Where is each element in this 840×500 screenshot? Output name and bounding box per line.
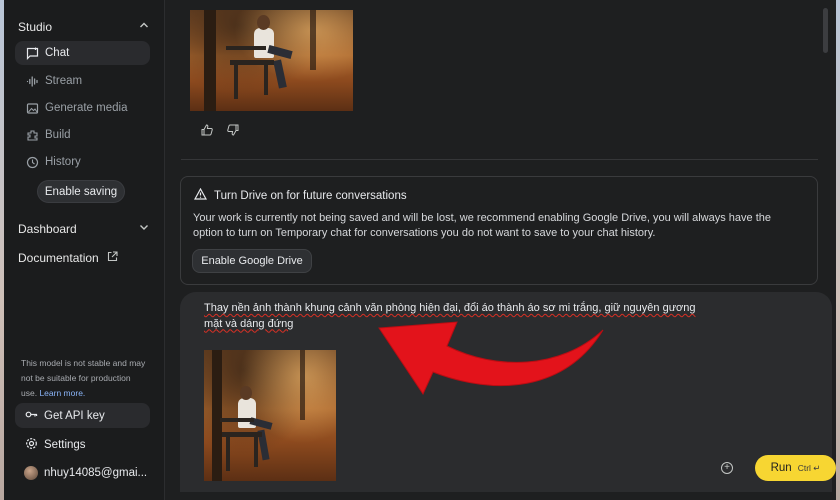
dashboard-label: Dashboard	[18, 221, 77, 236]
thumbs-down-icon[interactable]	[227, 124, 239, 136]
run-label: Run	[770, 462, 792, 474]
sidebar-item-label: Chat	[45, 47, 70, 59]
plus-icon: +	[724, 462, 730, 473]
media-icon	[25, 101, 39, 115]
get-api-key-button[interactable]: Get API key	[15, 403, 150, 428]
learn-more-link[interactable]: Learn more.	[39, 388, 85, 398]
sidebar: Studio Chat Stream Generate media Build …	[4, 0, 165, 500]
run-button[interactable]: Run Ctrl ↵	[755, 455, 836, 481]
studio-label: Studio	[18, 19, 53, 34]
external-link-icon	[107, 251, 118, 265]
enable-saving-button[interactable]: Enable saving	[37, 180, 125, 203]
chat-panel: Turn Drive on for future conversations Y…	[165, 0, 836, 500]
attached-image[interactable]	[204, 350, 336, 481]
sidebar-item-build[interactable]: Build	[15, 123, 150, 147]
drive-notice-body: Your work is currently not being saved a…	[193, 212, 771, 239]
api-key-label: Get API key	[44, 409, 105, 422]
build-icon	[25, 128, 39, 142]
scrollbar[interactable]	[823, 8, 828, 53]
documentation-label: Documentation	[18, 251, 99, 265]
drive-notice-title: Turn Drive on for future conversations	[193, 187, 407, 203]
documentation-link[interactable]: Documentation	[18, 251, 150, 265]
sidebar-item-label: Generate media	[45, 102, 128, 114]
sidebar-section-studio[interactable]: Studio	[18, 19, 150, 34]
settings-label: Settings	[44, 439, 86, 451]
chat-icon	[25, 46, 39, 60]
settings-button[interactable]: Settings	[25, 437, 86, 453]
sidebar-item-label: History	[45, 156, 81, 168]
prompt-text: Thay nền ảnh thành khung cảnh văn phòng …	[204, 302, 696, 330]
app-window: Studio Chat Stream Generate media Build …	[4, 0, 836, 500]
gear-icon	[25, 437, 38, 453]
sidebar-item-history[interactable]: History	[15, 150, 150, 174]
prompt-input[interactable]: Thay nền ảnh thành khung cảnh văn phòng …	[204, 301, 704, 332]
sidebar-item-chat[interactable]: Chat	[15, 41, 150, 65]
history-icon	[25, 155, 39, 169]
thumbs-up-icon[interactable]	[201, 124, 213, 136]
stream-icon	[25, 74, 39, 88]
account-button[interactable]: nhuy14085@gmai...	[24, 466, 147, 480]
drive-title-text: Turn Drive on for future conversations	[214, 189, 407, 202]
sidebar-item-stream[interactable]: Stream	[15, 69, 150, 93]
avatar	[24, 466, 38, 480]
chevron-down-icon[interactable]	[138, 221, 150, 236]
feedback-buttons	[201, 124, 239, 136]
sidebar-item-generate-media[interactable]: Generate media	[15, 96, 150, 120]
sidebar-section-dashboard[interactable]: Dashboard	[18, 221, 150, 236]
run-shortcut: Ctrl ↵	[797, 462, 821, 473]
add-media-button[interactable]: +	[721, 462, 733, 474]
chevron-up-icon[interactable]	[138, 19, 150, 34]
model-stability-note: This model is not stable and may not be …	[21, 356, 146, 401]
divider	[181, 159, 818, 160]
sidebar-item-label: Build	[45, 129, 71, 141]
prompt-composer[interactable]: Thay nền ảnh thành khung cảnh văn phòng …	[180, 292, 836, 492]
response-image[interactable]	[190, 10, 353, 111]
enable-google-drive-button[interactable]: Enable Google Drive	[192, 249, 312, 273]
warning-icon	[193, 187, 208, 203]
key-icon	[25, 408, 38, 424]
sidebar-item-label: Stream	[45, 75, 83, 87]
user-email: nhuy14085@gmai...	[44, 467, 148, 479]
drive-notice: Turn Drive on for future conversations Y…	[180, 176, 818, 285]
